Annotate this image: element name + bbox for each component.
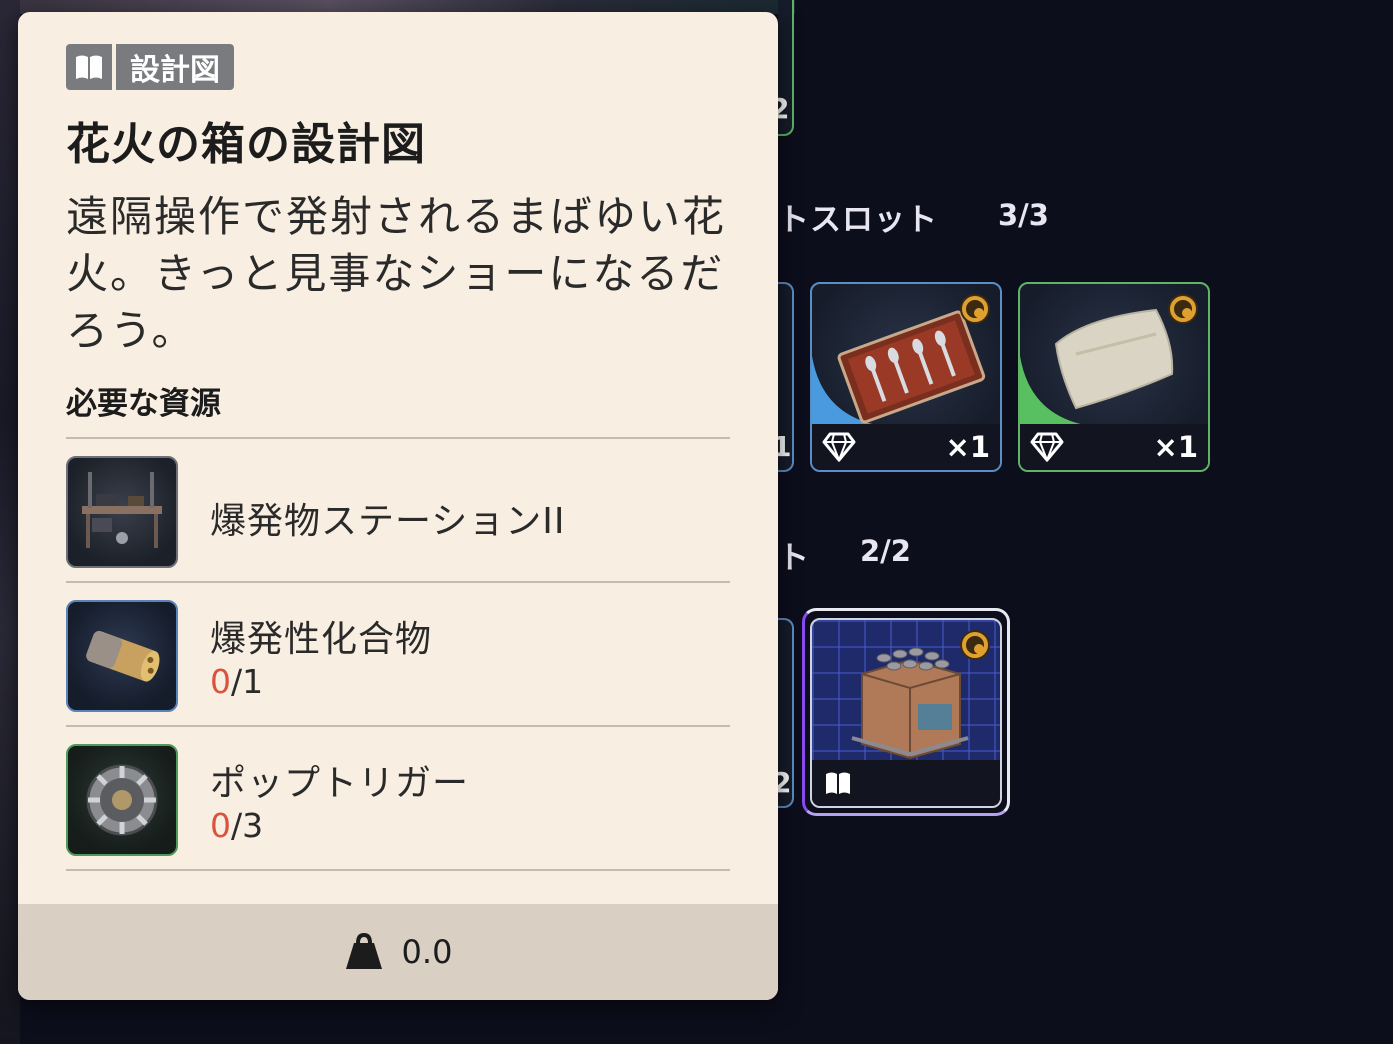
- tooltip-footer: 0.0: [18, 904, 778, 1000]
- slot-quantity: ×1: [1153, 430, 1198, 464]
- requirement-name: 爆発性化合物: [210, 619, 433, 660]
- book-icon: [76, 55, 102, 79]
- gem-icon: [1030, 432, 1064, 462]
- inventory-slot-silverware[interactable]: ×1: [810, 282, 1002, 472]
- divider: [66, 581, 730, 583]
- item-type-label: 設計図: [116, 44, 234, 90]
- needed-count: /3: [231, 806, 264, 845]
- slot-footer: [812, 760, 1000, 806]
- blueprint-icon: [826, 772, 850, 794]
- divider: [66, 437, 730, 439]
- pillow-icon: [1054, 308, 1174, 410]
- badge-icon: [1168, 294, 1198, 324]
- requirement-count: 0/3: [210, 806, 263, 845]
- item-title: 花火の箱の設計図: [66, 119, 426, 170]
- requirement-count: 0/1: [210, 662, 263, 701]
- section-count-2: 2/2: [860, 534, 911, 568]
- section-title-2: ト: [778, 540, 810, 576]
- workbench-icon: [66, 456, 178, 568]
- slot-footer: ×1: [812, 424, 1000, 470]
- blueprint-tag-icon-box: [66, 44, 112, 90]
- partial-slot-1[interactable]: 1: [772, 282, 794, 472]
- needed-count: /1: [231, 662, 264, 701]
- requirement-row[interactable]: 爆発性化合物 0/1: [66, 600, 730, 712]
- fireworks-box-icon: [851, 647, 969, 760]
- owned-count: 0: [210, 662, 231, 701]
- requirements-heading: 必要な資源: [66, 386, 221, 422]
- section-title-1: トスロット: [778, 202, 938, 238]
- item-description: 遠隔操作で発射されるまばゆい花火。きっと見事なショーになるだろう。: [66, 192, 727, 355]
- divider: [66, 725, 730, 727]
- badge-icon: [960, 630, 990, 660]
- owned-count: 0: [210, 806, 231, 845]
- inventory-slot-pillow[interactable]: ×1: [1018, 282, 1210, 472]
- slot-quantity: ×1: [945, 430, 990, 464]
- divider: [66, 869, 730, 871]
- requirement-name: ポップトリガー: [210, 763, 470, 804]
- item-type-tag: 設計図: [66, 44, 234, 90]
- pop-trigger-icon: [66, 744, 178, 856]
- gem-icon: [822, 432, 856, 462]
- requirement-name: 爆発物ステーションII: [210, 501, 566, 542]
- left-inventory-strip: [0, 0, 20, 1044]
- partial-slot-2[interactable]: 2: [772, 618, 794, 808]
- partial-slot-top[interactable]: 2: [770, 0, 794, 136]
- explosive-compound-icon: [66, 600, 178, 712]
- weight-value: 0.0: [401, 933, 453, 971]
- slot-footer: ×1: [1020, 424, 1208, 470]
- inventory-slot-fireworks-blueprint[interactable]: [810, 618, 1002, 808]
- weight-icon: [345, 933, 382, 969]
- item-tooltip: 設計図 花火の箱の設計図 遠隔操作で発射されるまばゆい花火。きっと見事なショーに…: [18, 12, 778, 1000]
- badge-icon: [960, 294, 990, 324]
- section-count-1: 3/3: [998, 198, 1049, 232]
- requirement-row[interactable]: 爆発物ステーションII: [66, 456, 730, 568]
- requirement-row[interactable]: ポップトリガー 0/3: [66, 744, 730, 856]
